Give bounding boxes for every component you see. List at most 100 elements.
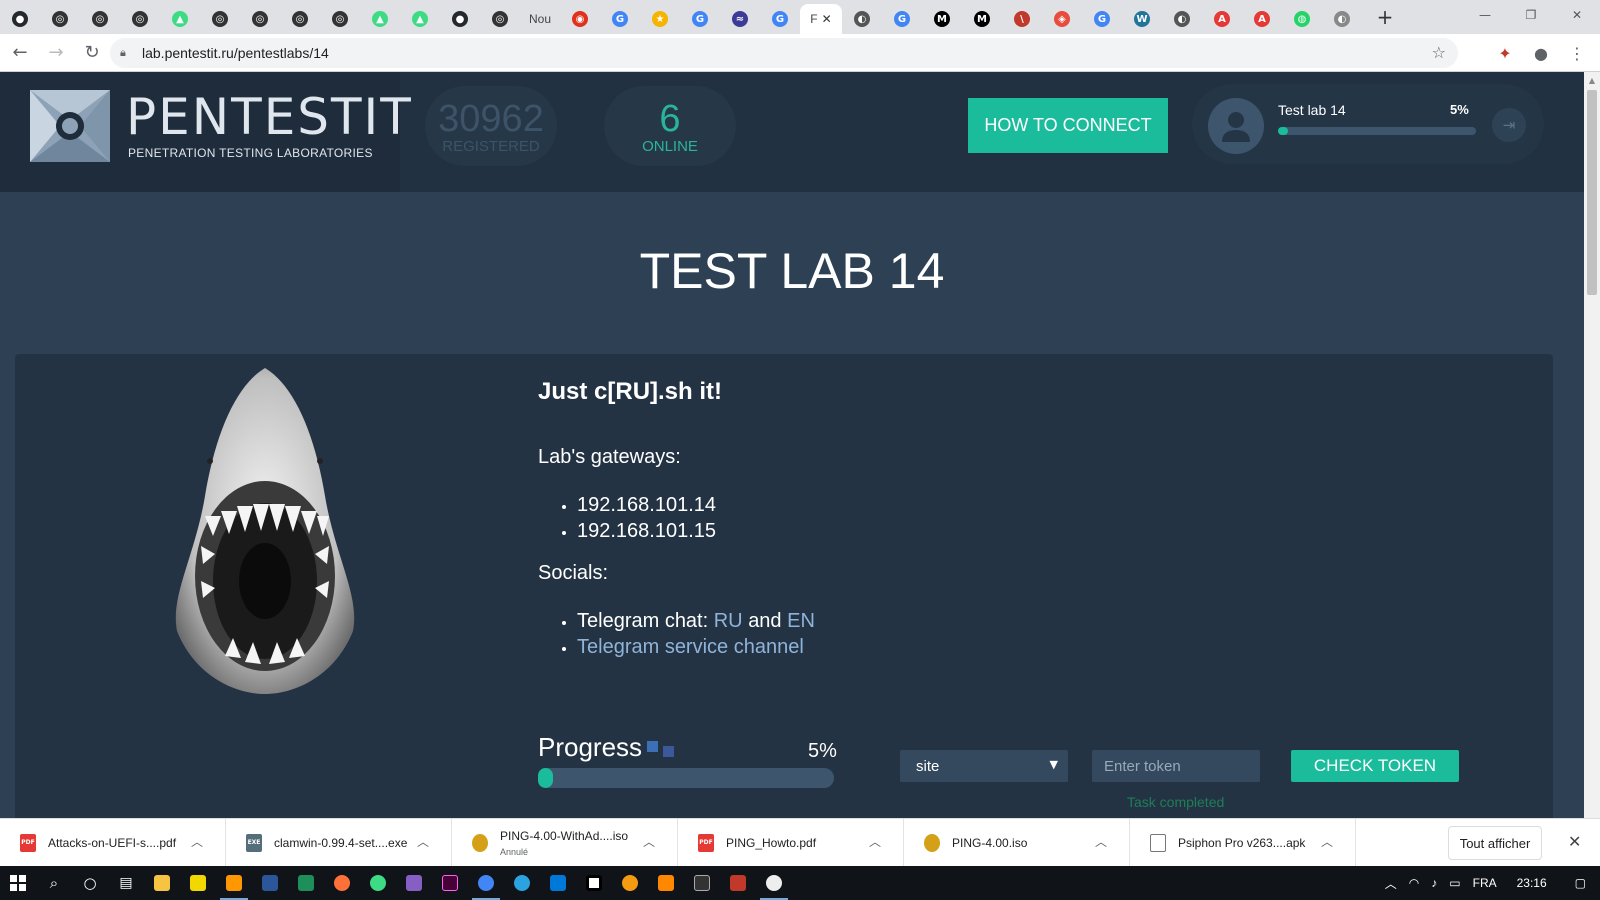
back-arrow-icon[interactable]: ← bbox=[4, 37, 36, 69]
scroll-thumb[interactable] bbox=[1587, 90, 1597, 295]
task-view-icon[interactable]: ▤ bbox=[108, 866, 144, 900]
download-item[interactable]: EXE clamwin-0.99.4-set....exe ︿ bbox=[226, 818, 452, 867]
logout-icon[interactable]: ⇥ bbox=[1492, 108, 1526, 142]
visual-studio-icon[interactable] bbox=[396, 866, 432, 900]
adobe-xd-icon[interactable] bbox=[432, 866, 468, 900]
telegram-icon[interactable] bbox=[504, 866, 540, 900]
scroll-up-icon[interactable]: ▲ bbox=[1584, 72, 1600, 88]
file-explorer-icon[interactable] bbox=[144, 866, 180, 900]
browser-tab[interactable]: ◍ bbox=[1282, 4, 1322, 34]
vlc-icon[interactable] bbox=[648, 866, 684, 900]
download-item[interactable]: PDF Attacks-on-UEFI-s....pdf ︿ bbox=[0, 818, 226, 867]
browser-tab[interactable]: G bbox=[882, 4, 922, 34]
telegram-en-link[interactable]: EN bbox=[787, 610, 815, 632]
chevron-up-icon[interactable]: ︿ bbox=[1379, 875, 1403, 892]
download-item[interactable]: Psiphon Pro v263....apk ︿ bbox=[1130, 818, 1356, 867]
chevron-up-icon[interactable]: ︿ bbox=[1321, 833, 1333, 850]
browser-tab[interactable]: M bbox=[922, 4, 962, 34]
browser-tab[interactable]: W bbox=[1122, 4, 1162, 34]
browser-tab[interactable]: F ✕ bbox=[800, 4, 842, 34]
chevron-up-icon[interactable]: ︿ bbox=[191, 833, 203, 850]
browser-tab[interactable]: M bbox=[962, 4, 1002, 34]
browser-tab[interactable]: ◐ bbox=[1322, 4, 1362, 34]
sticky-notes-icon[interactable] bbox=[180, 866, 216, 900]
browser-tab[interactable]: A bbox=[1202, 4, 1242, 34]
search-icon[interactable]: ⌕ bbox=[36, 866, 72, 900]
browser-tab[interactable]: ◐ bbox=[842, 4, 882, 34]
notifications-icon[interactable]: ▢ bbox=[1561, 876, 1600, 890]
clock[interactable]: 23:16 bbox=[1503, 876, 1561, 890]
cortana-icon[interactable]: ○ bbox=[72, 866, 108, 900]
vk-share-icon[interactable] bbox=[647, 741, 659, 752]
battery-icon[interactable]: ▭ bbox=[1443, 876, 1466, 890]
browser-tab[interactable]: ◎ bbox=[480, 4, 520, 34]
download-item[interactable]: PDF PING_Howto.pdf ︿ bbox=[678, 818, 904, 867]
volume-icon[interactable]: ♪ bbox=[1425, 876, 1443, 890]
browser-tab[interactable]: ◎ bbox=[120, 4, 160, 34]
telegram-channel-link[interactable]: Telegram service channel bbox=[577, 636, 804, 658]
browser-tab[interactable]: G bbox=[600, 4, 640, 34]
browser-tab[interactable]: ◎ bbox=[280, 4, 320, 34]
browser-tab[interactable]: ▲ bbox=[400, 4, 440, 34]
close-window-icon[interactable]: ✕ bbox=[1554, 0, 1600, 30]
browser-tab[interactable]: A bbox=[1242, 4, 1282, 34]
forward-arrow-icon[interactable]: → bbox=[40, 37, 72, 69]
windows-start-icon[interactable] bbox=[0, 866, 36, 900]
download-item[interactable]: PING-4.00.iso ︿ bbox=[904, 818, 1130, 867]
browser-tab[interactable]: G bbox=[680, 4, 720, 34]
android-studio-icon[interactable] bbox=[360, 866, 396, 900]
facebook-share-icon[interactable] bbox=[663, 746, 675, 757]
browser-tab[interactable]: Nou bbox=[520, 4, 560, 34]
browser-tab[interactable]: G bbox=[1082, 4, 1122, 34]
browser-tab[interactable]: ◐ bbox=[1162, 4, 1202, 34]
app-icon[interactable] bbox=[720, 866, 756, 900]
url-text[interactable]: lab.pentestit.ru/pentestlabs/14 bbox=[142, 45, 329, 61]
restore-icon[interactable]: ❐ bbox=[1508, 0, 1554, 30]
extension-icon[interactable]: ✦ bbox=[1490, 38, 1520, 68]
browser-tab[interactable]: ★ bbox=[640, 4, 680, 34]
chevron-up-icon[interactable]: ︿ bbox=[869, 833, 881, 850]
bookmark-star-icon[interactable]: ☆ bbox=[1432, 43, 1446, 62]
reload-icon[interactable]: ↻ bbox=[76, 37, 108, 69]
browser-tab[interactable]: G bbox=[760, 4, 800, 34]
avatar[interactable] bbox=[1208, 98, 1264, 154]
sublime-icon[interactable] bbox=[216, 866, 252, 900]
close-icon[interactable]: ✕ bbox=[1568, 832, 1581, 851]
app-icon[interactable] bbox=[612, 866, 648, 900]
close-tab-icon[interactable]: ✕ bbox=[822, 12, 832, 26]
address-bar[interactable]: 🔒︎ lab.pentestit.ru/pentestlabs/14 ☆ bbox=[110, 38, 1458, 68]
wifi-icon[interactable]: ◠ bbox=[1403, 876, 1425, 890]
browser-tab[interactable]: ▲ bbox=[160, 4, 200, 34]
browser-tab[interactable]: ▲ bbox=[360, 4, 400, 34]
telegram-ru-link[interactable]: RU bbox=[714, 610, 743, 632]
browser-tab[interactable]: ◎ bbox=[240, 4, 280, 34]
browser-tab[interactable]: ≈ bbox=[720, 4, 760, 34]
check-token-button[interactable]: CHECK TOKEN bbox=[1291, 750, 1459, 782]
user-lab-name[interactable]: Test lab 14 bbox=[1278, 102, 1346, 118]
browser-tab[interactable]: ◎ bbox=[80, 4, 120, 34]
menu-kebab-icon[interactable]: ⋮ bbox=[1562, 38, 1592, 68]
page-scrollbar[interactable]: ▲ bbox=[1584, 72, 1600, 818]
chevron-up-icon[interactable]: ︿ bbox=[417, 833, 429, 850]
browser-tab[interactable]: \ bbox=[1002, 4, 1042, 34]
logo[interactable]: PENTESTIT PENETRATION TESTING LABORATORI… bbox=[0, 72, 411, 192]
chevron-up-icon[interactable]: ︿ bbox=[643, 833, 655, 850]
word-icon[interactable] bbox=[252, 866, 288, 900]
language-indicator[interactable]: FRA bbox=[1467, 876, 1503, 890]
browser-tab[interactable]: ◉ bbox=[560, 4, 600, 34]
app-icon[interactable] bbox=[288, 866, 324, 900]
browser-tab[interactable]: ◎ bbox=[320, 4, 360, 34]
new-tab-icon[interactable]: + bbox=[1368, 5, 1402, 29]
browser-tab[interactable]: ◎ bbox=[40, 4, 80, 34]
vscode-icon[interactable] bbox=[540, 866, 576, 900]
terminal-icon[interactable] bbox=[684, 866, 720, 900]
chrome-icon[interactable] bbox=[468, 866, 504, 900]
chevron-up-icon[interactable]: ︿ bbox=[1095, 833, 1107, 850]
profile-icon[interactable]: ● bbox=[1526, 38, 1556, 68]
app-icon[interactable] bbox=[756, 866, 792, 900]
how-to-connect-button[interactable]: HOW TO CONNECT bbox=[968, 98, 1168, 153]
token-input[interactable] bbox=[1092, 750, 1260, 782]
browser-tab[interactable]: ◈ bbox=[1042, 4, 1082, 34]
download-item[interactable]: PING-4.00-WithAd....iso Annulé ︿ bbox=[452, 818, 678, 867]
minimize-icon[interactable]: — bbox=[1462, 0, 1508, 30]
